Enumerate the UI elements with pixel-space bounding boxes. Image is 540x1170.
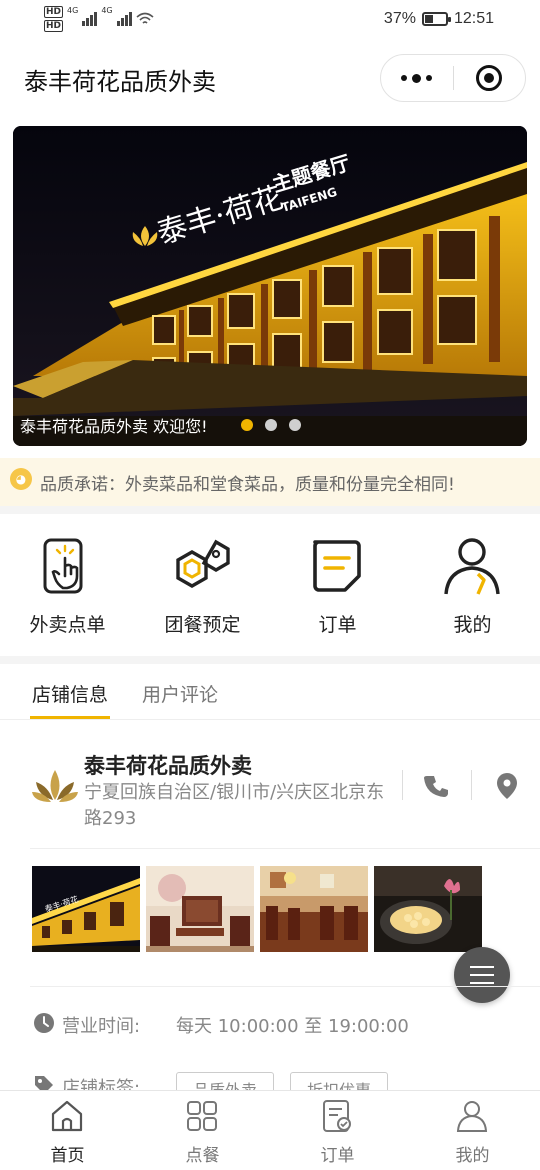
user-icon xyxy=(456,1101,488,1132)
separator xyxy=(30,848,540,849)
store-photo-strip: 泰丰·荷花 xyxy=(32,866,482,952)
signal-icon xyxy=(116,10,132,26)
store-address: 宁夏回族自治区/银川市/兴庆区北京东路293 xyxy=(84,782,385,829)
tab-user-reviews[interactable]: 用户评论 xyxy=(142,680,218,707)
banner-caption: 泰丰荷花品质外卖 欢迎您! xyxy=(20,417,208,436)
carousel-dot[interactable] xyxy=(241,419,253,431)
store-tag: 折扣优惠 xyxy=(290,1072,389,1090)
network-type-label: 4G xyxy=(101,6,113,15)
more-button[interactable] xyxy=(381,55,453,101)
quick-menu-label: 订单 xyxy=(318,614,357,636)
carousel-indicators xyxy=(241,419,301,431)
page-title: 泰丰荷花品质外卖 xyxy=(24,68,216,96)
section-divider xyxy=(0,506,540,514)
floating-menu-button[interactable] xyxy=(454,947,510,1003)
location-pin-icon[interactable] xyxy=(494,772,520,800)
megaphone-icon: ◕ xyxy=(10,468,32,490)
quick-menu-group-meal[interactable]: 团餐预定 xyxy=(135,514,270,656)
carousel-dot[interactable] xyxy=(289,419,301,431)
divider xyxy=(402,770,403,800)
notice-text: 品质承诺：外卖菜品和堂食菜品，质量和份量完全相同! xyxy=(40,475,455,495)
app-header: 泰丰荷花品质外卖 xyxy=(0,42,540,112)
nav-orders[interactable]: 订单 xyxy=(270,1091,405,1170)
store-photo-interior-1[interactable] xyxy=(146,866,254,952)
menu-line xyxy=(470,966,494,968)
banner-carousel[interactable]: 泰丰·荷花 主题餐厅 TAIFENG 泰丰荷花品质外卖 欢迎您! xyxy=(13,126,527,446)
notice-bar: ◕ 品质承诺：外卖菜品和堂食菜品，质量和份量完全相同! xyxy=(0,458,540,506)
nav-label: 我的 xyxy=(455,1146,490,1166)
nav-order-food[interactable]: 点餐 xyxy=(135,1091,270,1170)
order-icon xyxy=(313,540,361,592)
store-tags-label: 店铺标签: xyxy=(62,1078,141,1090)
store-tags-row: 店铺标签: 品质外卖 折扣优惠 xyxy=(0,1068,540,1090)
store-photo-dish[interactable] xyxy=(374,866,482,952)
quick-menu-profile[interactable]: 我的 xyxy=(405,514,540,656)
close-target-icon xyxy=(476,65,503,91)
tag-icon xyxy=(35,1076,53,1090)
clock-icon xyxy=(34,1013,54,1033)
nav-label: 订单 xyxy=(320,1146,355,1166)
battery-icon xyxy=(421,12,451,26)
hd-badge: HD xyxy=(44,6,64,18)
phone-icon[interactable] xyxy=(424,774,450,800)
quick-menu-label: 外卖点单 xyxy=(29,614,106,636)
store-photo-facade[interactable]: 泰丰·荷花 xyxy=(32,866,140,952)
content-tabs: 店铺信息 用户评论 xyxy=(0,664,540,720)
section-divider xyxy=(0,656,540,664)
network-type-label: 4G xyxy=(67,6,79,15)
restaurant-facade-image: 泰丰·荷花 主题餐厅 TAIFENG xyxy=(13,126,527,446)
tab-store-info[interactable]: 店铺信息 xyxy=(32,680,108,707)
wifi-icon xyxy=(136,12,154,24)
grid-icon xyxy=(187,1101,217,1131)
hd-badge: HD xyxy=(44,20,64,32)
quick-menu-label: 团餐预定 xyxy=(164,614,241,636)
menu-line xyxy=(470,982,494,984)
nav-home[interactable]: 首页 xyxy=(0,1091,135,1170)
divider xyxy=(471,770,472,800)
user-icon xyxy=(444,538,500,595)
business-hours-value: 每天 10:00:00 至 19:00:00 xyxy=(176,1016,409,1037)
lotus-logo-icon xyxy=(32,770,78,802)
tap-order-icon xyxy=(43,538,83,594)
bottom-tab-bar: 首页 点餐 订单 我的 xyxy=(0,1090,540,1170)
quick-menu-takeout-order[interactable]: 外卖点单 xyxy=(0,514,135,656)
battery-percent: 37% xyxy=(383,10,416,27)
network-indicators: HD HD 4G 4G xyxy=(44,6,154,34)
order-check-icon xyxy=(323,1100,351,1132)
nav-label: 点餐 xyxy=(185,1146,220,1166)
group-meal-icon xyxy=(176,539,230,588)
quick-menu: 外卖点单 团餐预定 订单 我的 xyxy=(0,514,540,656)
store-name: 泰丰荷花品质外卖 xyxy=(84,754,252,778)
close-button[interactable] xyxy=(454,55,526,101)
quick-menu-label: 我的 xyxy=(453,614,492,636)
signal-icon xyxy=(82,10,98,26)
nav-label: 首页 xyxy=(50,1146,85,1166)
menu-line xyxy=(470,974,494,976)
active-tab-indicator xyxy=(30,716,110,719)
business-hours-label: 营业时间: xyxy=(62,1016,141,1037)
separator xyxy=(30,986,540,987)
store-tag: 品质外卖 xyxy=(176,1072,275,1090)
quick-menu-orders[interactable]: 订单 xyxy=(270,514,405,656)
status-bar: HD HD 4G 4G 37% 12:51 xyxy=(0,0,540,42)
store-photo-interior-2[interactable] xyxy=(260,866,368,952)
home-icon xyxy=(51,1100,83,1132)
carousel-dot[interactable] xyxy=(265,419,277,431)
clock: 12:51 xyxy=(453,10,494,27)
nav-profile[interactable]: 我的 xyxy=(405,1091,540,1170)
mini-program-capsule xyxy=(380,54,526,102)
